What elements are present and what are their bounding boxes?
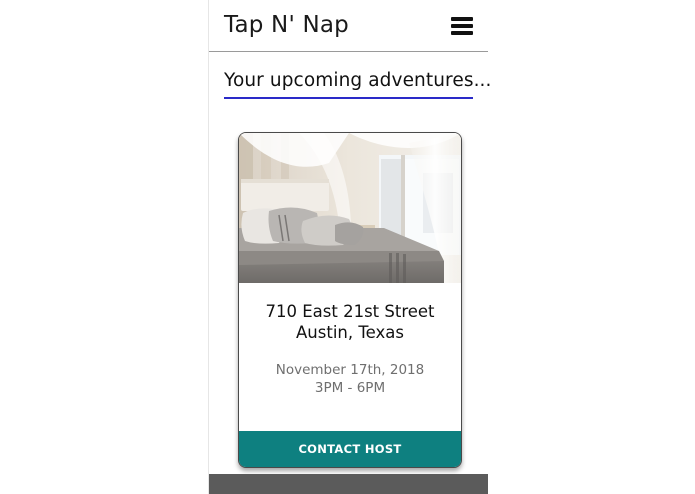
footer-bar: [209, 474, 488, 494]
booking-address: 710 East 21st Street Austin, Texas: [239, 301, 461, 343]
contact-host-button[interactable]: CONTACT HOST: [239, 431, 461, 467]
booking-date: November 17th, 2018: [275, 362, 425, 378]
address-line2: Austin, Texas: [296, 323, 404, 342]
app-title: Tap N' Nap: [224, 12, 349, 38]
menu-line: [451, 31, 473, 35]
address-line1: 710 East 21st Street: [265, 302, 435, 321]
booking-datetime: November 17th, 2018 3PM - 6PM: [239, 361, 461, 397]
booking-card: 710 East 21st Street Austin, Texas Novem…: [238, 132, 462, 468]
menu-line: [451, 17, 473, 21]
bedroom-photo: [239, 133, 461, 283]
menu-line: [451, 24, 473, 28]
mobile-viewport: Tap N' Nap Your upcoming adventures... 7…: [208, 0, 491, 494]
page-title: Your upcoming adventures...: [224, 70, 491, 99]
app-header: Tap N' Nap: [209, 0, 488, 52]
hamburger-menu-icon[interactable]: [451, 17, 473, 35]
booking-time: 3PM - 6PM: [314, 380, 386, 396]
